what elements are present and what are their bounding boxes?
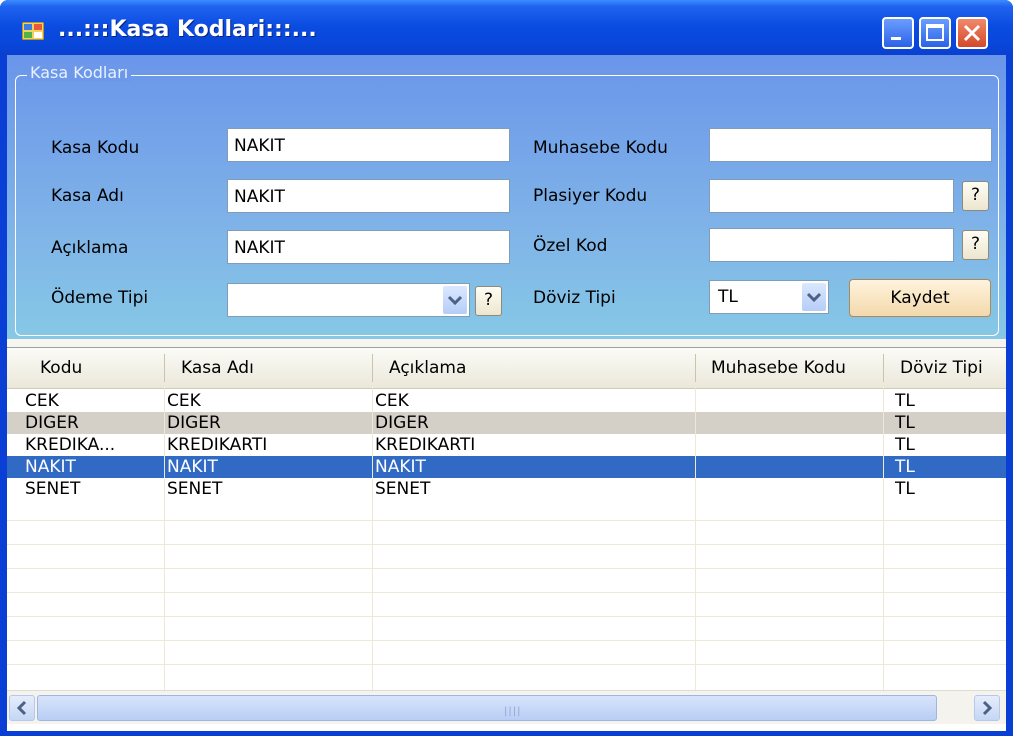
maximize-button[interactable] [919, 17, 951, 49]
column-header-kodu[interactable]: Kodu [40, 358, 82, 378]
cell-kasa-adi: DIGER [167, 413, 221, 433]
cell-kodu: KREDIKA... [25, 435, 116, 455]
groupbox-legend: Kasa Kodları [27, 63, 132, 82]
column-divider [372, 388, 373, 690]
ozel-kod-input[interactable] [709, 228, 954, 262]
grid-line [7, 664, 1006, 665]
cell-aciklama: NAKIT [375, 457, 426, 477]
aciklama-label: Açıklama [51, 238, 129, 258]
cell-kasa-adi: SENET [167, 479, 223, 499]
table-row[interactable]: DIGER DIGER DIGER TL [7, 412, 1006, 434]
plasiyer-kodu-help-button[interactable]: ? [962, 181, 989, 211]
kasa-kodu-label: Kasa Kodu [51, 138, 140, 158]
close-button[interactable] [956, 17, 988, 49]
doviz-tipi-select[interactable]: TL [709, 280, 829, 314]
cell-kasa-adi: CEK [167, 391, 201, 411]
column-header-kasa-adi[interactable]: Kasa Adı [181, 358, 254, 378]
table-row[interactable]: SENET SENET SENET TL [7, 478, 1006, 500]
column-divider [164, 388, 165, 690]
chevron-right-icon [982, 700, 993, 716]
app-window-icon [22, 22, 44, 40]
maximize-icon [926, 24, 944, 41]
cell-doviz-tipi: TL [895, 413, 915, 433]
cell-aciklama: CEK [375, 391, 409, 411]
cell-aciklama: KREDIKARTI [375, 435, 476, 455]
kasa-adi-input[interactable]: NAKIT [227, 179, 510, 213]
chevron-left-icon [16, 700, 27, 716]
scroll-left-button[interactable] [9, 695, 35, 721]
cell-kodu: CEK [25, 391, 59, 411]
kaydet-button[interactable]: Kaydet [849, 279, 991, 317]
kasa-kodlari-window: ...:::Kasa Kodlari:::... Kasa Kodları Ka… [0, 0, 1013, 736]
plasiyer-kodu-label: Plasiyer Kodu [533, 186, 648, 206]
column-separator[interactable] [164, 354, 165, 382]
scroll-right-button[interactable] [974, 695, 1000, 721]
grid-line [7, 640, 1006, 641]
form-panel: Kasa Kodları Kasa Kodu NAKIT Kasa Adı NA… [7, 55, 1006, 339]
window-title: ...:::Kasa Kodlari:::... [58, 17, 317, 42]
doviz-tipi-label: Döviz Tipi [533, 288, 616, 308]
grid-line [7, 544, 1006, 545]
table-row[interactable]: CEK CEK CEK TL [7, 390, 1006, 412]
cell-doviz-tipi: TL [895, 435, 915, 455]
column-divider [695, 388, 696, 690]
odeme-tipi-select[interactable] [227, 283, 470, 317]
column-divider [883, 388, 884, 690]
column-separator[interactable] [372, 354, 373, 382]
horizontal-scrollbar[interactable]: |||| [7, 690, 1006, 724]
column-separator[interactable] [695, 354, 696, 382]
grid-line [7, 592, 1006, 593]
odeme-tipi-dropdown-button[interactable] [443, 286, 467, 314]
cell-doviz-tipi: TL [895, 457, 915, 477]
scroll-thumb[interactable]: |||| [37, 695, 937, 721]
ozel-kod-help-button[interactable]: ? [962, 230, 989, 260]
doviz-tipi-value: TL [718, 287, 738, 307]
close-icon [963, 24, 981, 42]
client-area: Kasa Kodları Kasa Kodu NAKIT Kasa Adı NA… [7, 55, 1006, 731]
ozel-kod-label: Özel Kod [533, 236, 608, 256]
column-header-aciklama[interactable]: Açıklama [389, 358, 466, 378]
table-row-selected[interactable]: NAKIT NAKIT NAKIT TL [7, 456, 1006, 478]
kasa-grid[interactable]: Kodu Kasa Adı Açıklama Muhasebe Kodu Döv… [7, 347, 1006, 731]
minimize-button[interactable] [882, 17, 914, 49]
muhasebe-kodu-label: Muhasebe Kodu [533, 138, 668, 158]
cell-doviz-tipi: TL [895, 479, 915, 499]
cell-kasa-adi: KREDIKARTI [167, 435, 268, 455]
cell-kodu: DIGER [25, 413, 79, 433]
grid-line [7, 616, 1006, 617]
doviz-tipi-dropdown-button[interactable] [802, 283, 826, 311]
plasiyer-kodu-input[interactable] [709, 179, 954, 213]
grid-line [7, 520, 1006, 521]
column-separator[interactable] [883, 354, 884, 382]
scroll-grip-icon: |||| [504, 706, 522, 717]
table-row[interactable]: KREDIKA... KREDIKARTI KREDIKARTI TL [7, 434, 1006, 456]
aciklama-input[interactable]: NAKIT [227, 230, 510, 264]
chevron-down-icon [447, 295, 463, 306]
cell-kasa-adi: NAKIT [167, 457, 218, 477]
cell-kodu: NAKIT [25, 457, 76, 477]
grid-line [7, 568, 1006, 569]
cell-doviz-tipi: TL [895, 391, 915, 411]
kasa-kodu-input[interactable]: NAKIT [227, 128, 510, 162]
cell-aciklama: SENET [375, 479, 431, 499]
kasa-adi-label: Kasa Adı [51, 186, 124, 206]
column-header-doviz-tipi[interactable]: Döviz Tipi [900, 358, 983, 378]
grid-header: Kodu Kasa Adı Açıklama Muhasebe Kodu Döv… [7, 348, 1006, 389]
chevron-down-icon [806, 292, 822, 303]
cell-aciklama: DIGER [375, 413, 429, 433]
column-header-muhasebe-kodu[interactable]: Muhasebe Kodu [711, 358, 846, 378]
cell-kodu: SENET [25, 479, 81, 499]
odeme-tipi-label: Ödeme Tipi [51, 288, 149, 308]
title-bar[interactable]: ...:::Kasa Kodlari:::... [0, 0, 1013, 55]
minimize-icon [891, 37, 901, 40]
muhasebe-kodu-input[interactable] [709, 128, 992, 162]
odeme-tipi-help-button[interactable]: ? [475, 286, 502, 316]
